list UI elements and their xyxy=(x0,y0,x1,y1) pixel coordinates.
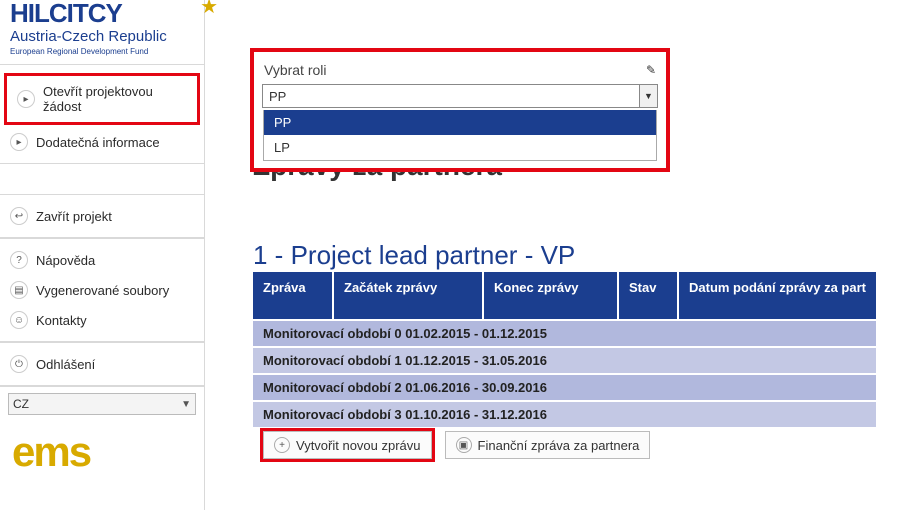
sidebar-item-label: Otevřít projektovou žádost xyxy=(43,84,187,114)
sidebar-group-help: ? Nápověda ▤ Vygenerované soubory ☺ Kont… xyxy=(0,238,204,342)
action-row: + Vytvořit novou zprávu ▣ Finanční zpráv… xyxy=(260,428,650,462)
sidebar-item-close-project[interactable]: ↩ Zavřít projekt xyxy=(0,201,204,231)
period-cell: Monitorovací období 3 01.10.2016 - 31.12… xyxy=(253,401,876,427)
role-option-lp[interactable]: LP xyxy=(264,135,656,160)
role-select-value: PP xyxy=(263,89,639,104)
sidebar-item-generated-files[interactable]: ▤ Vygenerované soubory xyxy=(0,275,204,305)
col-konec: Konec zprávy xyxy=(483,272,618,320)
files-icon: ▤ xyxy=(10,281,28,299)
table-row[interactable]: Monitorovací období 2 01.06.2016 - 30.09… xyxy=(253,374,876,401)
ems-logo-text: ems xyxy=(12,431,90,473)
period-cell: Monitorovací období 2 01.06.2016 - 30.09… xyxy=(253,374,876,401)
button-label: Finanční zpráva za partnera xyxy=(478,438,640,453)
reports-table: Zpráva Začátek zprávy Konec zprávy Stav … xyxy=(253,272,876,427)
logo-block: HILCITCY Austria-Czech Republic European… xyxy=(0,0,204,64)
plus-icon: + xyxy=(274,437,290,453)
logo-line3: European Regional Development Fund xyxy=(10,47,194,56)
logo-line2: Austria-Czech Republic xyxy=(10,28,194,45)
section-title: 1 - Project lead partner - VP xyxy=(253,240,575,271)
sidebar-group-close: ↩ Zavřít projekt xyxy=(0,194,204,238)
sidebar-item-label: Odhlášení xyxy=(36,357,95,372)
table-row[interactable]: Monitorovací období 0 01.02.2015 - 01.12… xyxy=(253,320,876,347)
period-cell: Monitorovací období 1 01.12.2015 - 31.05… xyxy=(253,347,876,374)
role-label: Vybrat roli xyxy=(264,62,327,78)
language-select[interactable]: CZ ▼ xyxy=(8,393,196,415)
sidebar-item-label: Zavřít projekt xyxy=(36,209,112,224)
highlight-new-report: + Vytvořit novou zprávu xyxy=(260,428,435,462)
sidebar: HILCITCY Austria-Czech Republic European… xyxy=(0,0,205,510)
sidebar-item-label: Dodatečná informace xyxy=(36,135,160,150)
highlight-open-app: ▸ Otevřít projektovou žádost xyxy=(4,73,200,125)
period-cell: Monitorovací období 0 01.02.2015 - 01.12… xyxy=(253,320,876,347)
chevron-down-icon[interactable]: ▼ xyxy=(639,85,657,107)
help-icon: ? xyxy=(10,251,28,269)
sidebar-item-contacts[interactable]: ☺ Kontakty xyxy=(0,305,204,335)
table-row[interactable]: Monitorovací období 1 01.12.2015 - 31.05… xyxy=(253,347,876,374)
role-option-pp[interactable]: PP xyxy=(264,110,656,135)
language-row: CZ ▼ xyxy=(0,386,204,421)
edit-icon[interactable]: ✎ xyxy=(646,63,656,77)
logo-line1: HILCITCY xyxy=(10,0,194,26)
sidebar-item-open-app[interactable]: ▸ Otevřít projektovou žádost xyxy=(7,78,197,120)
table-row[interactable]: Monitorovací období 3 01.10.2016 - 31.12… xyxy=(253,401,876,427)
sidebar-item-additional-info[interactable]: ▸ Dodatečná informace xyxy=(0,127,204,157)
sidebar-item-label: Kontakty xyxy=(36,313,87,328)
document-icon: ▣ xyxy=(456,437,472,453)
sidebar-group-logout: ⏻ Odhlášení xyxy=(0,342,204,386)
open-icon: ▸ xyxy=(17,90,35,108)
sidebar-item-help[interactable]: ? Nápověda xyxy=(0,245,204,275)
back-icon: ↩ xyxy=(10,207,28,225)
financial-report-button[interactable]: ▣ Finanční zpráva za partnera xyxy=(445,431,651,459)
col-datum: Datum podání zprávy za part xyxy=(678,272,876,320)
table-header-row: Zpráva Začátek zprávy Konec zprávy Stav … xyxy=(253,272,876,320)
role-select[interactable]: PP ▼ PP LP xyxy=(262,84,658,108)
contacts-icon: ☺ xyxy=(10,311,28,329)
language-value: CZ xyxy=(13,397,29,411)
main-content: Zprávy za partnera Vybrat roli ✎ PP ▼ PP… xyxy=(205,0,917,510)
sidebar-group-project: ▸ Otevřít projektovou žádost ▸ Dodatečná… xyxy=(0,64,204,164)
button-label: Vytvořit novou zprávu xyxy=(296,438,421,453)
sidebar-item-label: Nápověda xyxy=(36,253,95,268)
role-label-row: Vybrat roli ✎ xyxy=(262,60,658,84)
info-plus-icon: ▸ xyxy=(10,133,28,151)
col-zprava: Zpráva xyxy=(253,272,333,320)
create-new-report-button[interactable]: + Vytvořit novou zprávu xyxy=(263,431,432,459)
role-selector-frame: Vybrat roli ✎ PP ▼ PP LP xyxy=(250,48,670,172)
col-stav: Stav xyxy=(618,272,678,320)
sidebar-item-logout[interactable]: ⏻ Odhlášení xyxy=(0,349,204,379)
chevron-down-icon: ▼ xyxy=(181,399,191,410)
role-dropdown: PP LP xyxy=(263,110,657,161)
sidebar-item-label: Vygenerované soubory xyxy=(36,283,169,298)
power-icon: ⏻ xyxy=(10,355,28,373)
ems-logo: ems ★ xyxy=(0,421,204,483)
col-zacatek: Začátek zprávy xyxy=(333,272,483,320)
